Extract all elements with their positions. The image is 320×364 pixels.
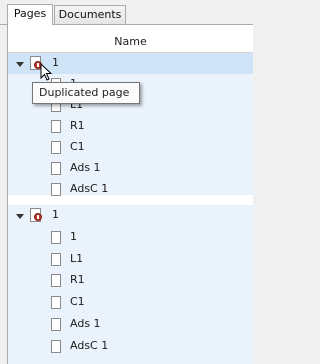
- tree-item-label: Ads 1: [70, 161, 101, 174]
- tree-item-label: R1: [70, 119, 85, 132]
- tree-item-row[interactable]: AdsC 1: [8, 179, 253, 200]
- page-icon: [51, 162, 61, 175]
- tree-item-row[interactable]: C1: [8, 137, 253, 158]
- tree-item-row[interactable]: L1: [8, 249, 253, 270]
- tab-bar: Pages Documents: [0, 0, 253, 25]
- mouse-cursor-icon: [40, 63, 53, 81]
- tree-item-row[interactable]: Ads 1: [8, 158, 253, 179]
- tree-item-row[interactable]: C1: [8, 292, 253, 313]
- page-icon: [51, 141, 61, 154]
- page-icon: [51, 231, 61, 244]
- tree-item-row[interactable]: R1: [8, 116, 253, 137]
- column-header-name[interactable]: Name: [8, 31, 253, 53]
- tree-item-label: C1: [70, 140, 85, 153]
- tab-documents[interactable]: Documents: [54, 5, 126, 24]
- page-icon: [51, 274, 61, 287]
- tree-item-row[interactable]: Ads 1: [8, 314, 253, 335]
- tab-pages[interactable]: Pages: [7, 4, 53, 25]
- tree-group-row[interactable]: 1: [8, 205, 253, 226]
- warning-icon: [34, 213, 42, 221]
- tree-item-label: AdsC 1: [70, 339, 109, 352]
- page-icon: [51, 183, 61, 196]
- tree-item-row[interactable]: AdsC 1: [8, 336, 253, 357]
- tree-item-label: 1: [70, 230, 77, 243]
- tree-item-label: AdsC 1: [70, 182, 109, 195]
- group-label: 1: [52, 208, 59, 221]
- page-icon: [51, 120, 61, 133]
- page-icon: [51, 296, 61, 309]
- tree-item-label: L1: [70, 252, 84, 265]
- page-icon: [51, 340, 61, 353]
- expand-arrow-icon[interactable]: [16, 214, 24, 219]
- tree-item-label: C1: [70, 295, 85, 308]
- page-icon: [51, 253, 61, 266]
- tooltip: Duplicated page: [32, 82, 140, 104]
- tree-item-label: Ads 1: [70, 317, 101, 330]
- tree-item-label: R1: [70, 273, 85, 286]
- tree-item-row[interactable]: R1: [8, 270, 253, 291]
- tree-item-row[interactable]: 1: [8, 227, 253, 248]
- page-icon: [51, 318, 61, 331]
- expand-arrow-icon[interactable]: [16, 62, 24, 67]
